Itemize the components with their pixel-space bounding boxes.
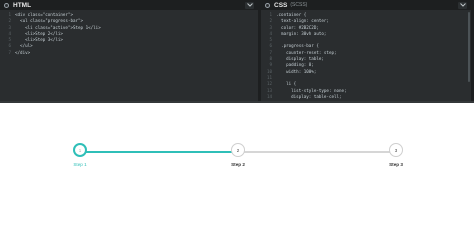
step-label: Step 2	[231, 162, 245, 167]
css-code-editor[interactable]: 1 .container {2 text-align: center; 3 colo…	[261, 10, 471, 101]
editor-scrollbar[interactable]	[468, 12, 470, 82]
css-editor-pane: CSS (SCSS) 1 .container {2 text-align: ce…	[261, 0, 471, 101]
line-number: 14	[266, 93, 272, 99]
progress-track-complete	[80, 151, 237, 153]
settings-icon[interactable]	[4, 2, 9, 8]
css-pane-subtitle: (SCSS)	[290, 2, 308, 8]
code-line: 14 display: table-cell;	[261, 94, 471, 100]
step-circle: 3	[389, 143, 403, 157]
chevron-down-icon[interactable]	[245, 1, 254, 9]
code-text: </div>	[15, 49, 31, 55]
progress-track-remaining	[237, 151, 397, 153]
settings-icon[interactable]	[265, 2, 270, 8]
result-preview: 1 Step 1 2 Step 2 3 Step 3	[0, 103, 474, 233]
html-pane-header: HTML	[0, 0, 258, 10]
chevron-down-icon[interactable]	[458, 1, 467, 9]
step-label: Step 1	[73, 162, 87, 167]
code-text: display: table-cell;	[276, 93, 342, 99]
css-pane-title: CSS	[274, 1, 288, 9]
step-circle: 2	[231, 143, 245, 157]
step-label: Step 3	[389, 162, 403, 167]
code-text: width: 100%;	[276, 68, 317, 74]
css-pane-header: CSS (SCSS)	[261, 0, 471, 10]
progress-step-1: 1 Step 1	[65, 143, 95, 167]
html-pane-title: HTML	[13, 1, 32, 9]
line-number: 7	[8, 49, 11, 55]
editor-panes: HTML 1 <div class="container"> 2 <ul class…	[0, 0, 474, 101]
html-code-editor[interactable]: 1 <div class="container"> 2 <ul class="pro…	[0, 10, 258, 101]
step-circle: 1	[73, 143, 87, 157]
code-text: margin: 30vh auto;	[276, 30, 327, 36]
html-editor-pane: HTML 1 <div class="container"> 2 <ul class…	[0, 0, 258, 101]
progress-step-3: 3 Step 3	[381, 143, 411, 167]
progress-step-2: 2 Step 2	[223, 143, 253, 167]
code-line: 7 </div>	[0, 50, 258, 56]
